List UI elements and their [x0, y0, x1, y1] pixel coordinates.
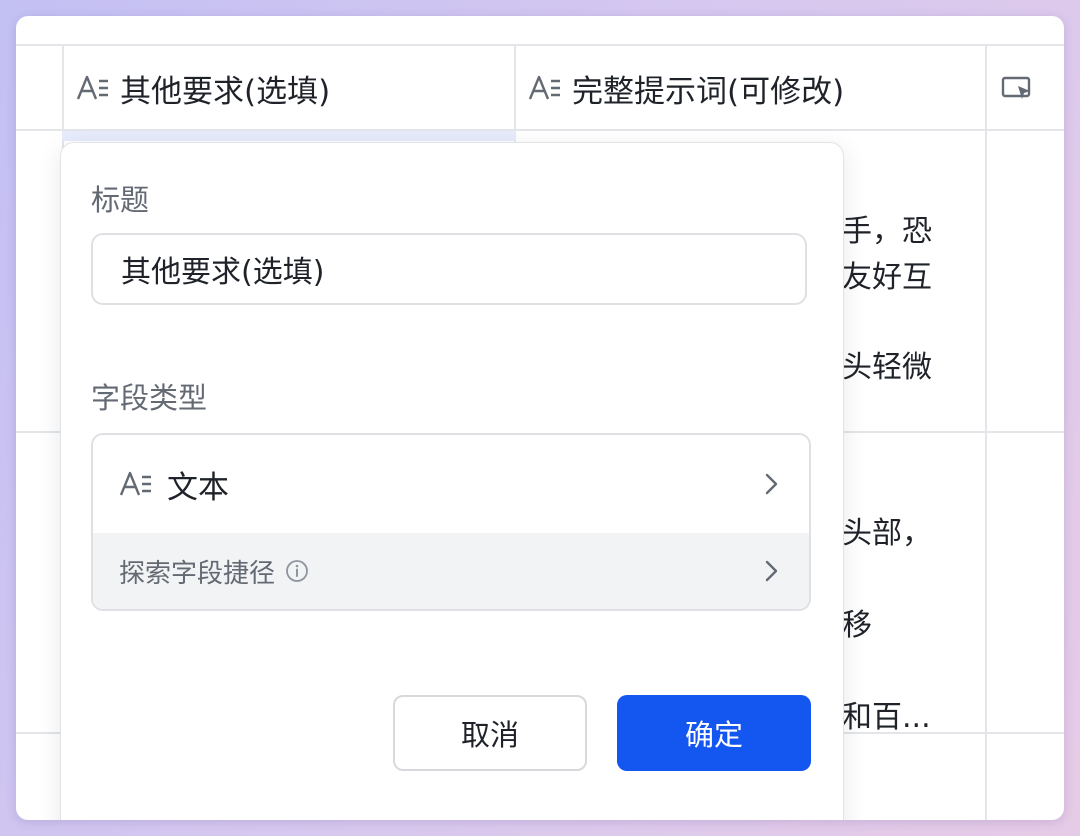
- field-type-value: 文本: [167, 469, 229, 506]
- chevron-right-icon: [765, 473, 778, 495]
- explore-shortcut-label: 探索字段捷径: [119, 558, 276, 589]
- chevron-right-icon: [765, 560, 778, 582]
- explore-field-shortcut[interactable]: 探索字段捷径: [93, 533, 809, 609]
- confirm-button[interactable]: 确定: [617, 695, 811, 771]
- text-field-icon: [119, 471, 151, 496]
- column-divider: [985, 44, 987, 820]
- cell-text-fragment: 移: [842, 608, 872, 643]
- column-header-full-prompt[interactable]: 完整提示词(可修改): [528, 46, 844, 130]
- field-type-selector: 文本 探索字段捷径: [91, 433, 811, 611]
- cell-text-fragment: 头轻微: [842, 350, 932, 385]
- column-header-label: 完整提示词(可修改): [572, 73, 845, 110]
- text-field-icon: [528, 75, 560, 100]
- column-header-other-requirements[interactable]: 其他要求(选填): [76, 46, 330, 130]
- cell-text-fragment: 友好互: [842, 260, 932, 295]
- column-header-label: 其他要求(选填): [120, 73, 331, 110]
- title-input-value: 其他要求(选填): [121, 255, 325, 290]
- column-header-ai-field[interactable]: [1000, 46, 1044, 130]
- ai-field-icon: [1001, 76, 1031, 99]
- cell-text-fragment: 和百...: [842, 700, 931, 735]
- field-type-option[interactable]: 文本: [93, 435, 809, 533]
- field-type-label: 字段类型: [91, 381, 208, 415]
- text-field-icon: [76, 75, 108, 100]
- cancel-button[interactable]: 取消: [393, 695, 587, 771]
- edit-field-dialog: 标题 其他要求(选填) 字段类型 文本 探索字段捷径 取消 确定: [60, 142, 844, 820]
- cell-text-fragment: 手，恐: [842, 214, 932, 249]
- cell-text-fragment: 头部，: [842, 516, 932, 551]
- title-input[interactable]: 其他要求(选填): [91, 233, 807, 305]
- selected-cell-highlight: [62, 131, 516, 141]
- title-label: 标题: [91, 183, 150, 217]
- info-icon: [286, 560, 308, 582]
- app-window: 其他要求(选填) 完整提示词(可修改) 手，恐 友好互 头轻微 头部， 移 和百…: [16, 16, 1064, 820]
